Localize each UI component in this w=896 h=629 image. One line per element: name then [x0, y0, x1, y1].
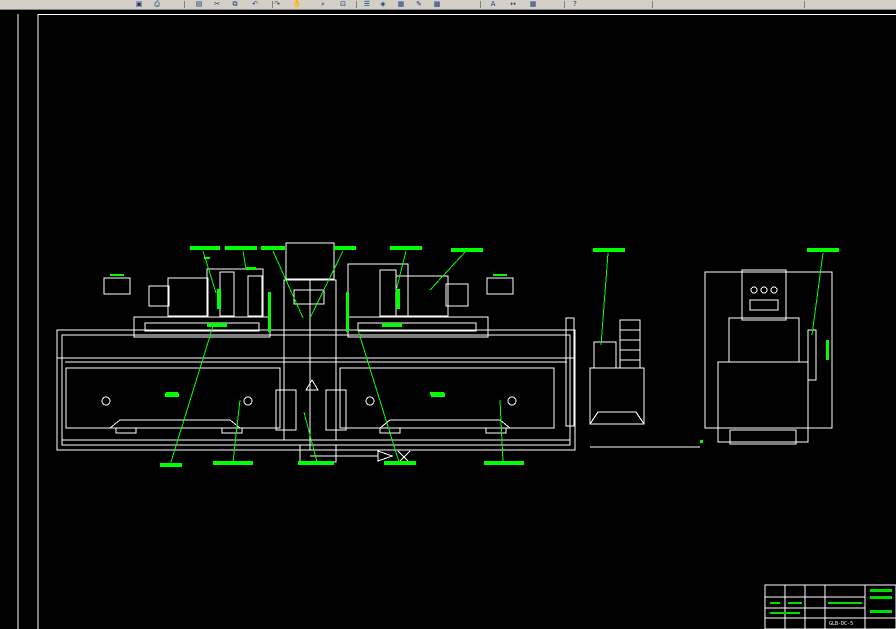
dim-style-button[interactable]: ↔	[506, 0, 520, 8]
leader-lines	[170, 250, 824, 463]
toolbar-separator	[652, 1, 653, 8]
undo-icon: ↶	[252, 0, 258, 8]
toolbar-separator	[804, 1, 805, 8]
calculator-icon: ▩	[433, 0, 441, 8]
copy-button[interactable]: ⧉	[228, 0, 242, 8]
drawing-frame	[17, 14, 896, 629]
table-style-button[interactable]: ▦	[526, 0, 540, 8]
toolbar-separator	[564, 1, 565, 8]
cut-icon: ✂	[214, 0, 220, 8]
copy-icon: ⧉	[232, 0, 238, 8]
design-center-icon: ◈	[380, 0, 386, 8]
pan-button[interactable]: ✋	[290, 0, 304, 8]
zoom-button[interactable]: ⌕	[316, 0, 330, 8]
title-block-fills	[770, 589, 892, 614]
text-style-icon: A	[490, 0, 496, 8]
cad-drawing: GLB-DC-5	[17, 14, 896, 629]
tool-palette-button[interactable]: ▦	[394, 0, 408, 8]
print-preview-icon: ▣	[135, 0, 143, 8]
calculator-button[interactable]: ▩	[430, 0, 444, 8]
print-preview-button[interactable]: ▣	[132, 0, 146, 8]
tool-palette-icon: ▦	[397, 0, 405, 8]
help-icon: ?	[573, 0, 577, 8]
zoom-icon: ⌕	[321, 0, 325, 8]
help-button[interactable]: ?	[568, 0, 582, 8]
design-center-button[interactable]: ◈	[376, 0, 390, 8]
toolbar-separator	[356, 1, 357, 8]
zoom-window-button[interactable]: ⊡	[336, 0, 350, 8]
text-style-button[interactable]: A	[486, 0, 500, 8]
side-view-left	[589, 319, 700, 448]
toolbar-separator	[272, 1, 273, 8]
undo-button[interactable]: ↶	[248, 0, 262, 8]
toolbar-separator	[480, 1, 481, 8]
zoom-window-icon: ⊡	[340, 0, 346, 8]
cut-button[interactable]: ✂	[210, 0, 224, 8]
layer-icon: ▤	[195, 0, 203, 8]
redo-icon: ↷	[274, 0, 280, 8]
dim-style-icon: ↔	[510, 0, 516, 8]
plot-button[interactable]: ⎙	[150, 0, 164, 8]
side-view-right	[704, 269, 833, 445]
properties-icon: ☰	[363, 0, 371, 8]
properties-button[interactable]: ☰	[360, 0, 374, 8]
table-style-icon: ▦	[529, 0, 537, 8]
layer-button[interactable]: ▤	[192, 0, 206, 8]
drawing-canvas[interactable]: GLB-DC-5	[0, 10, 896, 629]
standard-toolbar: ▣ ⎙ ▤ ✂ ⧉ ↶ ↷ ✋ ⌕ ⊡ ☰ ◈ ▦ ✎ ▩ A ↔ ▦?	[0, 0, 896, 10]
markup-button[interactable]: ✎	[412, 0, 426, 8]
toolbar-separator	[184, 1, 185, 8]
pan-icon: ✋	[292, 0, 302, 8]
drawing-code-text: GLB-DC-5	[829, 621, 853, 627]
markup-icon: ✎	[416, 0, 422, 8]
plot-icon: ⎙	[154, 0, 160, 8]
